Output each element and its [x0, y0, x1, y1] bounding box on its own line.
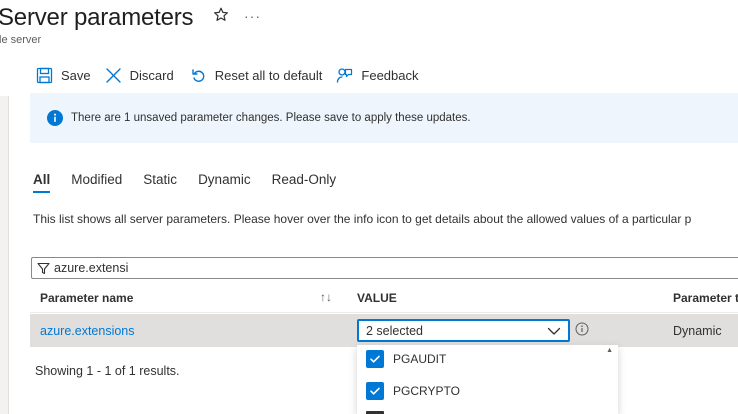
dropdown-option-label: PGAUDIT [393, 352, 447, 366]
column-header-value: VALUE [357, 291, 397, 305]
reset-button[interactable]: Reset all to default [190, 64, 323, 86]
title-row: Server parameters [0, 2, 194, 34]
tab-read-only[interactable]: Read-Only [272, 172, 337, 193]
tab-all[interactable]: All [33, 172, 51, 193]
filter-input[interactable]: azure.extensi [31, 257, 738, 279]
reset-label: Reset all to default [214, 67, 323, 83]
filter-icon [37, 262, 50, 274]
discard-button[interactable]: Discard [105, 64, 174, 86]
undo-icon [192, 68, 205, 82]
table-header: Parameter name ↑↓ VALUE Parameter t [30, 283, 738, 311]
list-description: This list shows all server parameters. P… [33, 212, 692, 226]
column-header-name[interactable]: Parameter name [40, 291, 133, 305]
sort-icon[interactable]: ↑↓ [320, 290, 332, 304]
save-label: Save [61, 67, 91, 83]
save-button[interactable]: Save [36, 64, 91, 86]
discard-label: Discard [129, 67, 174, 83]
dropdown-option-label: PGCRYPTO [393, 384, 460, 398]
results-count: Showing 1 - 1 of 1 results. [35, 364, 180, 378]
value-info-icon[interactable] [575, 322, 589, 336]
command-bar: Save Discard Reset all to default Feedba… [36, 64, 419, 86]
page-title: Server parameters [0, 4, 194, 31]
left-scroll-rail [0, 96, 9, 414]
value-dropdown-list: ▲ PGAUDIT PGCRYPTO [357, 345, 618, 414]
filter-value: azure.extensi [54, 261, 129, 275]
close-icon [105, 67, 121, 83]
checkbox-checked-icon [366, 382, 384, 400]
banner-message: There are 1 unsaved parameter changes. P… [71, 112, 471, 124]
feedback-label: Feedback [361, 67, 419, 83]
star-icon[interactable] [212, 6, 230, 24]
value-select-text: 2 selected [366, 323, 423, 338]
parameter-type: Dynamic [673, 324, 722, 338]
dropdown-option-pgaudit[interactable]: PGAUDIT [366, 348, 446, 370]
parameter-tabs: All Modified Static Dynamic Read-Only [33, 172, 357, 193]
header-divider [30, 312, 738, 313]
more-icon[interactable]: ··· [244, 8, 261, 24]
save-icon [36, 67, 53, 83]
value-select[interactable]: 2 selected [357, 319, 570, 342]
page-subtitle: le server [0, 34, 42, 46]
column-header-type: Parameter t [673, 291, 738, 305]
tab-dynamic[interactable]: Dynamic [198, 172, 251, 193]
dropdown-option-pgcrypto[interactable]: PGCRYPTO [366, 380, 460, 402]
tab-static[interactable]: Static [143, 172, 177, 193]
checkbox-checked-icon [366, 350, 384, 368]
tab-modified[interactable]: Modified [71, 172, 122, 193]
chevron-down-icon [547, 327, 561, 335]
info-icon [47, 110, 63, 126]
scroll-up-icon[interactable]: ▲ [606, 347, 613, 354]
feedback-button[interactable]: Feedback [336, 64, 419, 86]
table-row: azure.extensions 2 selected Dynamic [30, 314, 738, 347]
unsaved-changes-banner: There are 1 unsaved parameter changes. P… [30, 93, 738, 143]
parameter-name-link[interactable]: azure.extensions [40, 324, 135, 338]
feedback-icon [337, 67, 353, 83]
